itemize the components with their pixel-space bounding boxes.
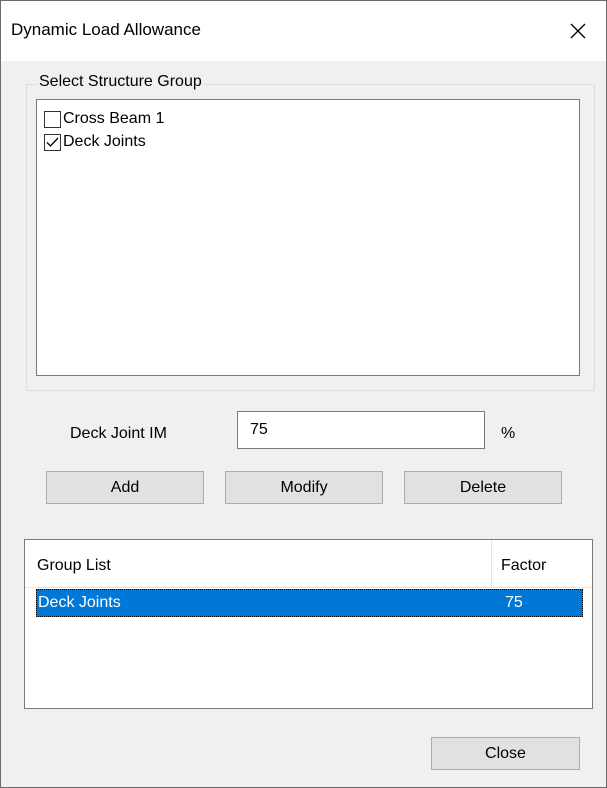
group-list-table[interactable]: Group List Factor Deck Joints 75 xyxy=(24,539,593,709)
structure-group-caption: Select Structure Group xyxy=(37,73,204,91)
close-icon xyxy=(570,23,586,39)
table-row[interactable]: Deck Joints 75 xyxy=(36,589,583,617)
delete-button[interactable]: Delete xyxy=(404,471,562,504)
cell-factor: 75 xyxy=(505,594,523,611)
checkmark-icon xyxy=(46,137,59,147)
add-button[interactable]: Add xyxy=(46,471,204,504)
window-title: Dynamic Load Allowance xyxy=(11,20,201,39)
close-window-button[interactable] xyxy=(550,1,606,61)
column-header-group-list[interactable]: Group List xyxy=(37,557,111,575)
checkbox-label: Cross Beam 1 xyxy=(63,110,165,127)
list-item-cross-beam-1[interactable]: Cross Beam 1 xyxy=(44,108,164,130)
checkbox-label: Deck Joints xyxy=(63,133,146,150)
deck-joint-im-label: Deck Joint IM xyxy=(70,425,167,442)
checkbox-deck-joints[interactable] xyxy=(44,133,61,151)
checkbox-cross-beam-1[interactable] xyxy=(44,110,61,128)
deck-joint-im-input[interactable] xyxy=(237,411,485,449)
close-button[interactable]: Close xyxy=(431,737,580,770)
structure-group-list[interactable]: Cross Beam 1 Deck Joints xyxy=(36,99,580,376)
modify-button[interactable]: Modify xyxy=(225,471,383,504)
percent-unit-label: % xyxy=(501,425,516,442)
column-header-factor[interactable]: Factor xyxy=(501,557,546,575)
dynamic-load-allowance-dialog: Dynamic Load Allowance Select Structure … xyxy=(0,0,607,788)
table-header: Group List Factor xyxy=(25,540,592,588)
list-item-deck-joints[interactable]: Deck Joints xyxy=(44,131,146,153)
cell-group: Deck Joints xyxy=(38,594,121,611)
column-divider[interactable] xyxy=(491,540,492,587)
title-bar: Dynamic Load Allowance xyxy=(1,1,606,61)
